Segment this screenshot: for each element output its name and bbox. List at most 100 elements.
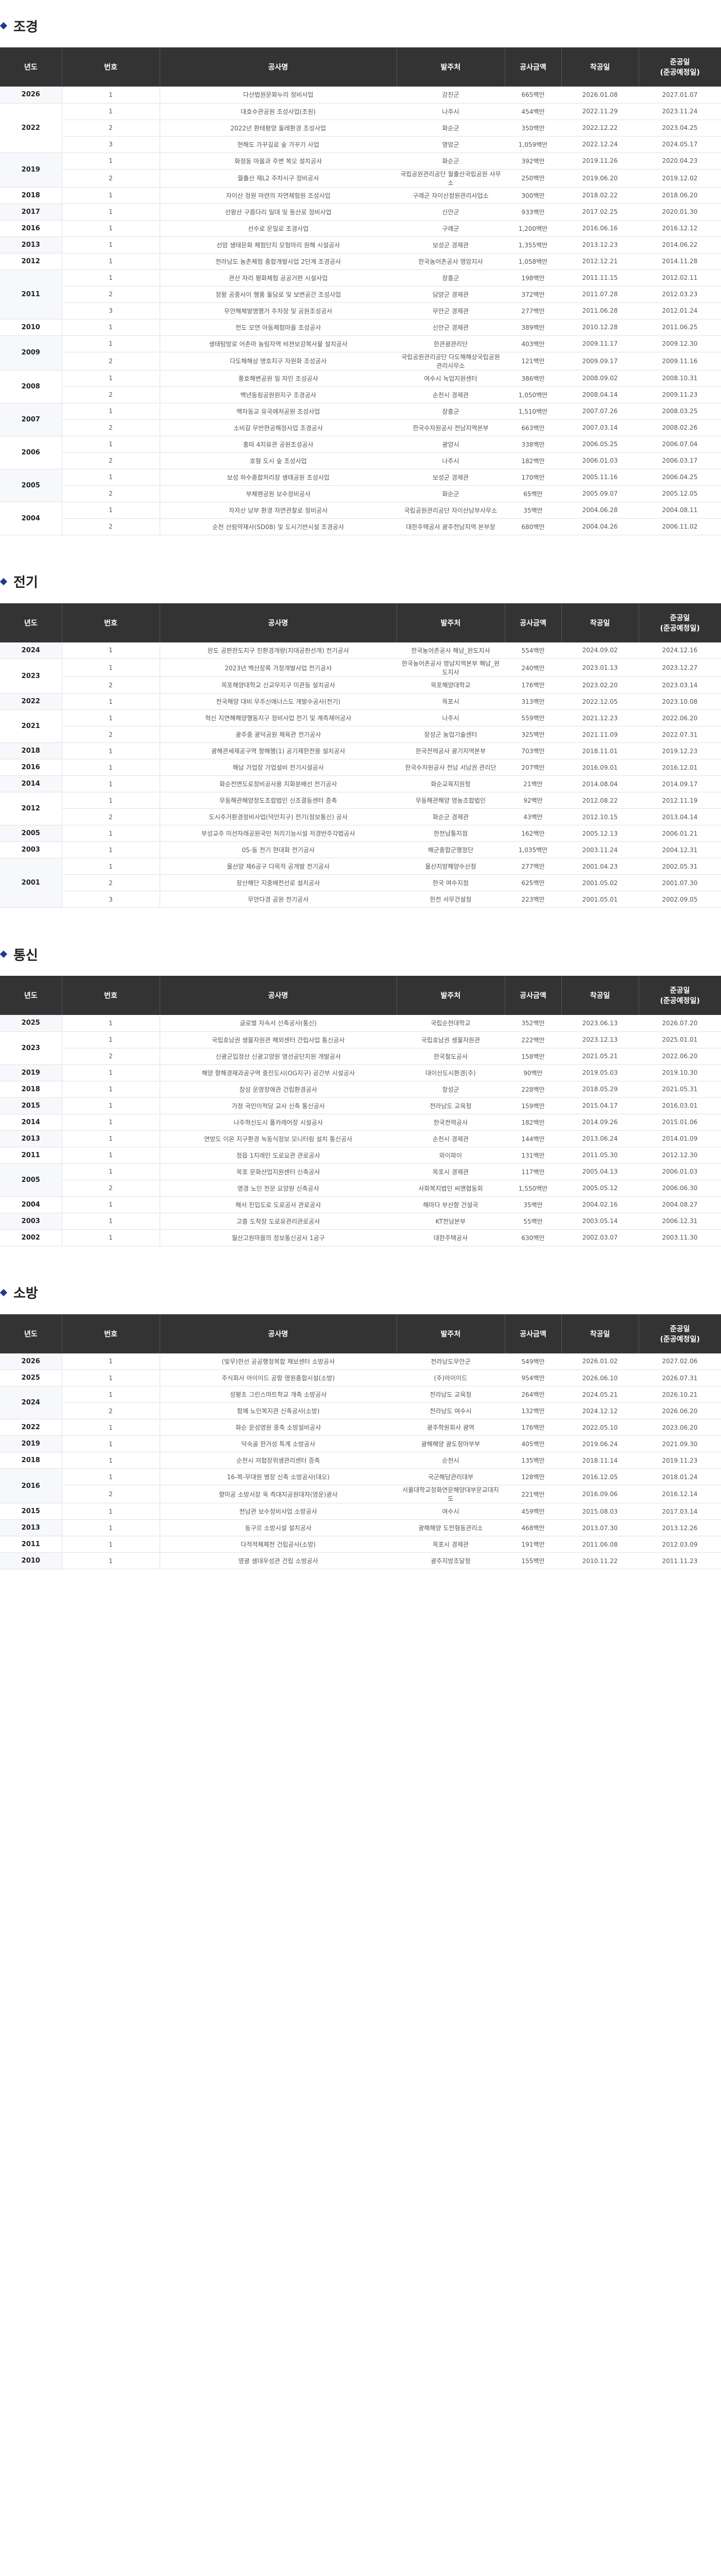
amount-cell: 176백만 <box>505 1419 561 1436</box>
project-table: 년도 번호 공사명 발주처 공사금액 착공일 준공일 (준공예정일) 2025 1 글로벌 자속서… <box>0 976 721 1246</box>
order-cell: 2 <box>62 1402 160 1419</box>
amount-cell: 405백만 <box>505 1435 561 1452</box>
start-date-cell: 2018.11.14 <box>561 1452 639 1469</box>
amount-cell: 158백만 <box>505 1048 561 1065</box>
end-date-cell: 2027.01.07 <box>639 87 721 104</box>
amount-cell: 182백만 <box>505 452 561 469</box>
year-cell: 2026 <box>0 87 62 104</box>
column-header: 공사금액 <box>505 47 562 87</box>
end-date-cell: 2004.08.11 <box>639 502 721 519</box>
client-cell: 대한주택공사 광주전남지역 본부장 <box>397 518 505 535</box>
order-cell: 1 <box>62 1503 160 1520</box>
table-row: 2025 1 글로벌 자속서 신축공사(통신) 국립순천대학교 352백만 2023.06… <box>0 1015 721 1032</box>
order-cell: 1 <box>62 335 160 352</box>
table-row: 2023 1 2023년 백산장록 가정개발사업 전기공사 한국농어촌공사 영남지역본… <box>0 658 721 693</box>
end-date-cell: 2021.09.30 <box>639 1435 721 1452</box>
column-header: 번호 <box>62 1314 160 1353</box>
year-cell: 2003 <box>0 841 62 858</box>
client-cell: 국립순천대학교 <box>397 1015 505 1032</box>
column-header: 년도 <box>0 1314 62 1353</box>
start-date-cell: 2008.09.02 <box>561 370 639 387</box>
column-header: 발주처 <box>397 1314 505 1353</box>
amount-cell: 630백만 <box>505 1229 561 1246</box>
year-cell: 2010 <box>0 319 62 336</box>
order-cell: 2 <box>62 676 160 693</box>
amount-cell: 92백만 <box>505 792 561 809</box>
start-date-cell: 2007.07.26 <box>561 403 639 420</box>
client-cell: 한국전력공사 광기지역본부 <box>397 742 505 759</box>
end-date-cell: 2004.08.27 <box>639 1196 721 1213</box>
table-header: 년도 번호 공사명 발주처 공사금액 착공일 준공일 (준공예정일) <box>0 47 721 87</box>
start-date-cell: 2008.04.14 <box>561 386 639 403</box>
column-header: 공사금액 <box>505 1314 562 1353</box>
amount-cell: 313백만 <box>505 693 561 710</box>
start-date-cell: 2010.11.22 <box>561 1552 639 1569</box>
start-date-cell: 2014.08.04 <box>561 775 639 792</box>
end-date-cell: 2006.07.04 <box>639 436 721 453</box>
amount-cell: 176백만 <box>505 676 561 693</box>
order-cell: 1 <box>62 825 160 842</box>
year-cell: 2002 <box>0 1229 62 1246</box>
year-cell: 2006 <box>0 436 62 469</box>
project-name-cell: 해서 진입도로 도로공사 관로공사 <box>160 1196 397 1213</box>
client-cell: 화순군 <box>397 485 505 502</box>
section-title: 전기 <box>0 571 721 592</box>
project-name-cell: 생태탐방로 어촌마 농림자역 비젼보강복사물 설치공사 <box>160 335 397 352</box>
column-header: 착공일 <box>561 47 639 87</box>
column-header: 준공일 (준공예정일) <box>639 47 721 87</box>
order-cell: 1 <box>62 1213 160 1230</box>
client-cell: 순천시 <box>397 1452 505 1469</box>
order-cell: 2 <box>62 518 160 535</box>
amount-cell: 131백만 <box>505 1147 561 1164</box>
table-row: 2 순천 산림약재사(SD08) 및 도시기반시설 조경공사 대한주택공사 광주전남… <box>0 518 721 535</box>
table-row: 2 향미공 소방서장 옥 측대지공원대자(영운)광사 서울대학교정화연문해양대부문교… <box>0 1485 721 1503</box>
table-header: 년도 번호 공사명 발주처 공사금액 착공일 준공일 (준공예정일) <box>0 976 721 1015</box>
amount-cell: 554백만 <box>505 642 561 659</box>
start-date-cell: 2022.12.22 <box>561 120 639 137</box>
table-row: 2004 1 해서 진입도로 도로공사 관로공사 해마다 부산항 건설국 35백만 200… <box>0 1196 721 1213</box>
column-header: 년도 <box>0 976 62 1015</box>
column-header: 발주처 <box>397 976 505 1015</box>
end-date-cell: 2006.01.03 <box>639 1163 721 1180</box>
amount-cell: 35백만 <box>505 502 561 519</box>
project-name-cell: 월출산 제L2 주차시구 정비공사 <box>160 169 397 188</box>
start-date-cell: 2024.12.12 <box>561 1402 639 1419</box>
table-row: 2019 1 화정동 마을과 주변 복오 설치공사 화순군 392백만 2019.11.2… <box>0 152 721 188</box>
project-name-cell: 울산양 제6공구 다목적 공개발 전기공사 <box>160 858 397 875</box>
column-header: 발주처 <box>397 47 505 87</box>
table-row: 2002 1 월산고원마을의 정보통신공사 1공구 대한주택공사 630백만 2002.0… <box>0 1229 721 1246</box>
client-cell: 국립공원관리공단 월출산국립공원 사무소 <box>397 169 505 188</box>
client-cell: 여수시 <box>397 1503 505 1520</box>
amount-cell: 90백만 <box>505 1064 561 1081</box>
end-date-cell: 2006.12.31 <box>639 1213 721 1230</box>
end-date-cell: 2026.10.21 <box>639 1386 721 1403</box>
amount-cell: 389백만 <box>505 319 561 336</box>
end-date-cell: 2009.12.30 <box>639 335 721 352</box>
project-name-cell: 월산고원마을의 정보통신공사 1공구 <box>160 1229 397 1246</box>
end-date-cell: 2006.01.21 <box>639 825 721 842</box>
start-date-cell: 2012.12.21 <box>561 253 639 270</box>
end-date-cell: 2008.02.26 <box>639 419 721 436</box>
table-row: 2016 1 선수로 문일로 조경사업 구례군 1,200백만 2016.06.16 201… <box>0 220 721 237</box>
start-date-cell: 2005.05.12 <box>561 1180 639 1197</box>
column-header: 공사명 <box>160 603 397 642</box>
project-name-cell: 목포 문화산업지원센터 신축공사 <box>160 1163 397 1180</box>
order-cell: 1 <box>62 152 160 170</box>
table-row: 2010 1 전도 모연 아동체험마을 조성공사 신안군 경제관 389백만 2010.1… <box>0 319 721 336</box>
order-cell: 2 <box>62 120 160 137</box>
amount-cell: 240백만 <box>505 658 561 677</box>
project-name-cell: 현해도 가꾸길로 숲 가꾸기 사업 <box>160 136 397 153</box>
client-cell: 신안군 <box>397 204 505 221</box>
section-title: 소방 <box>0 1282 721 1303</box>
end-date-cell: 2018.06.20 <box>639 187 721 204</box>
table-row: 2 소비갈 무반현공해정사업 조경공사 한국수자원공사 전남지역본부 663백만 200… <box>0 419 721 436</box>
table-row: 2019 1 해양 항해경재과공구역 중진도시(OG지구) 공간부 시설공사 대이산도… <box>0 1064 721 1081</box>
order-cell: 1 <box>62 1452 160 1469</box>
section-heading: 소방 <box>13 1286 38 1301</box>
order-cell: 3 <box>62 891 160 908</box>
client-cell: 광해해양 도전형동관리소 <box>397 1519 505 1536</box>
project-name-cell: 화순전면도로정비공사용 지화분배선 전기공사 <box>160 775 397 792</box>
start-date-cell: 2022.12.05 <box>561 693 639 710</box>
year-cell: 2018 <box>0 187 62 204</box>
start-date-cell: 2010.12.28 <box>561 319 639 336</box>
